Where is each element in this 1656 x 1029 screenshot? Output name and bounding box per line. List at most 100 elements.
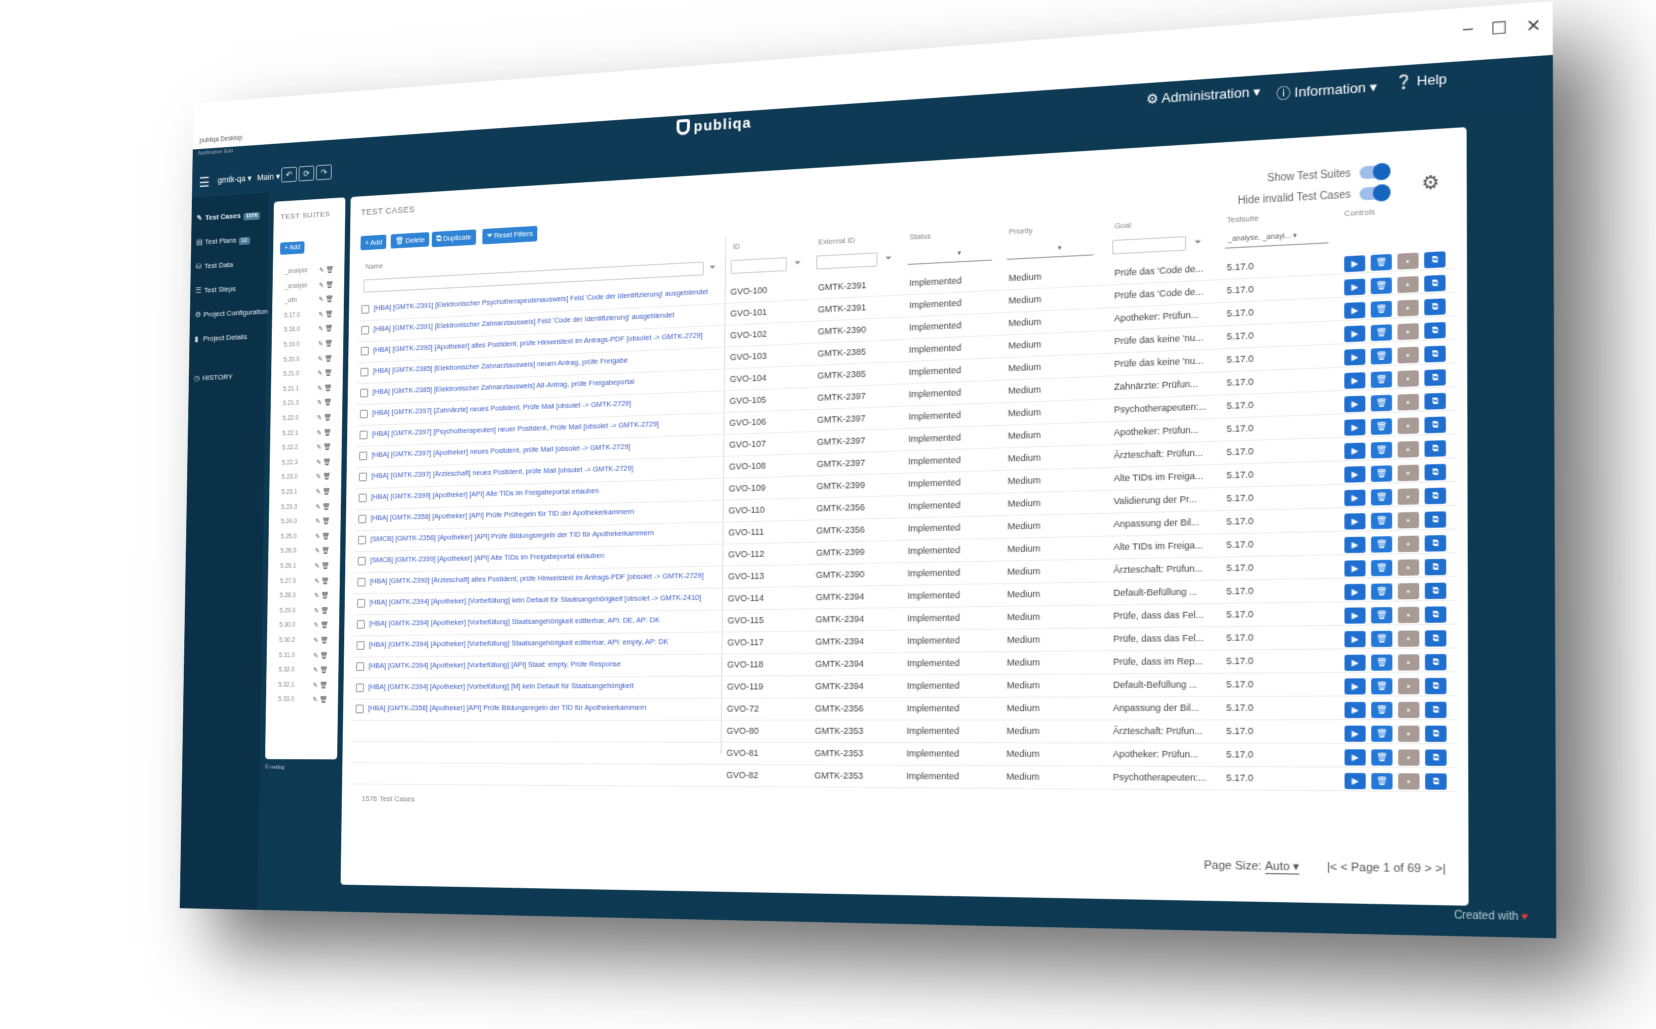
trash-icon[interactable]: 🗑: [325, 356, 333, 363]
edit-icon[interactable]: ✎: [318, 356, 323, 363]
run-play-icon[interactable]: ▶: [1344, 536, 1366, 554]
edit-icon[interactable]: ✎: [315, 519, 320, 526]
run-play-icon[interactable]: ▶: [1344, 631, 1366, 648]
row-checkbox[interactable]: [360, 367, 369, 377]
copy-icon[interactable]: ⧉: [1424, 274, 1446, 292]
suite-item[interactable]: 5.29.0 ✎ 🗑: [279, 607, 334, 621]
delete-icon[interactable]: 🗑: [1370, 512, 1393, 530]
copy-icon[interactable]: ⧉: [1424, 298, 1446, 316]
disabled-action-icon[interactable]: ▪: [1398, 749, 1420, 766]
col-header-name[interactable]: Name: [365, 261, 383, 271]
suite-item[interactable]: 5.27.0 ✎ 🗑: [280, 577, 335, 591]
trash-icon[interactable]: 🗑: [324, 385, 332, 392]
suite-item[interactable]: 5.28.0 ✎ 🗑: [280, 592, 335, 606]
row-checkbox[interactable]: [358, 472, 368, 482]
delete-icon[interactable]: 🗑: [1371, 701, 1393, 719]
run-play-icon[interactable]: ▶: [1344, 419, 1366, 436]
delete-icon[interactable]: 🗑: [1371, 583, 1393, 600]
run-play-icon[interactable]: ▶: [1344, 583, 1366, 601]
trash-icon[interactable]: 🗑: [319, 697, 327, 704]
delete-icon[interactable]: 🗑: [1371, 773, 1393, 790]
row-checkbox[interactable]: [359, 409, 368, 419]
copy-icon[interactable]: ⧉: [1424, 463, 1447, 481]
delete-icon[interactable]: 🗑: [1370, 347, 1392, 365]
suite-item[interactable]: 5.22.3 ✎ 🗑: [282, 458, 336, 473]
trash-icon[interactable]: 🗑: [322, 563, 330, 570]
disabled-action-icon[interactable]: ▪: [1397, 417, 1419, 435]
edit-icon[interactable]: ✎: [316, 474, 321, 481]
trash-icon[interactable]: 🗑: [326, 282, 334, 289]
edit-icon[interactable]: ✎: [317, 400, 322, 407]
trash-icon[interactable]: 🗑: [325, 341, 333, 348]
run-play-icon[interactable]: ▶: [1344, 701, 1366, 719]
trash-icon[interactable]: 🗑: [320, 638, 328, 645]
page-size-select[interactable]: Auto ▾: [1264, 859, 1300, 875]
copy-icon[interactable]: ⧉: [1425, 749, 1447, 766]
run-play-icon[interactable]: ▶: [1344, 255, 1366, 273]
delete-icon[interactable]: 🗑: [1370, 394, 1393, 412]
copy-icon[interactable]: ⧉: [1424, 582, 1447, 600]
copy-icon[interactable]: ⧉: [1424, 345, 1446, 363]
edit-icon[interactable]: ✎: [318, 326, 323, 333]
col-header-goal[interactable]: Goal: [1114, 220, 1131, 230]
edit-icon[interactable]: ✎: [316, 445, 321, 452]
edit-icon[interactable]: ✎: [314, 593, 319, 600]
suite-item[interactable]: 5.20.0 ✎ 🗑: [283, 354, 337, 370]
row-checkbox[interactable]: [355, 704, 364, 714]
branch-select[interactable]: Main ▾: [257, 171, 280, 183]
table-row[interactable]: GVO-80 GMTK-2353 Implemented Medium Ärztesch…: [351, 720, 1457, 745]
disabled-action-icon[interactable]: ▪: [1397, 393, 1419, 411]
app-menu-bar[interactable]: Application Edit: [198, 149, 233, 157]
copy-icon[interactable]: ⧉: [1424, 511, 1447, 528]
trash-icon[interactable]: 🗑: [323, 459, 331, 466]
delete-icon[interactable]: 🗑: [1371, 559, 1393, 577]
row-checkbox[interactable]: [358, 493, 367, 503]
suite-item[interactable]: 5.22.1 ✎ 🗑: [282, 428, 336, 443]
copy-icon[interactable]: ⧉: [1424, 677, 1447, 695]
trash-icon[interactable]: 🗑: [321, 623, 329, 630]
trash-icon[interactable]: 🗑: [324, 415, 332, 422]
test-case-name-link[interactable]: [HBA] [GMTK-2390] [Ärzteschaft] altes Po…: [370, 571, 722, 586]
disabled-action-icon[interactable]: ▪: [1397, 346, 1419, 364]
run-play-icon[interactable]: ▶: [1344, 372, 1366, 389]
administration-menu[interactable]: ⚙ Administration ▾: [1146, 84, 1260, 108]
edit-icon[interactable]: ✎: [314, 623, 319, 630]
nav-item-6[interactable]: ◷ HISTORY: [194, 372, 233, 389]
delete-button[interactable]: 🗑 Delete: [390, 232, 430, 249]
edit-icon[interactable]: ✎: [318, 341, 323, 348]
edit-icon[interactable]: ✎: [316, 504, 321, 511]
row-checkbox[interactable]: [356, 620, 365, 629]
duplicate-button[interactable]: ⧉ Duplicate: [431, 229, 476, 248]
col-header-testsuite[interactable]: Testsuite: [1227, 213, 1259, 224]
minimize-button[interactable]: –: [1463, 20, 1473, 40]
suite-item[interactable]: 5.26.0 ✎ 🗑: [280, 547, 335, 561]
delete-icon[interactable]: 🗑: [1370, 277, 1392, 295]
delete-icon[interactable]: 🗑: [1371, 607, 1393, 624]
copy-icon[interactable]: ⧉: [1424, 440, 1446, 457]
copy-icon[interactable]: ⧉: [1424, 558, 1447, 576]
trash-icon[interactable]: 🗑: [320, 653, 328, 660]
delete-icon[interactable]: 🗑: [1371, 678, 1393, 695]
information-menu[interactable]: ⓘ Information ▾: [1276, 76, 1376, 103]
external-id-filter-icon[interactable]: ⏷: [885, 254, 891, 264]
disabled-action-icon[interactable]: ▪: [1397, 488, 1420, 505]
external-id-filter-input[interactable]: [816, 252, 878, 270]
refresh-icon[interactable]: ⟳: [298, 165, 315, 182]
test-case-name-link[interactable]: [HBA] [GMTK-2394] [Apotheker] [Vorbefüll…: [370, 593, 722, 607]
delete-icon[interactable]: 🗑: [1370, 371, 1392, 389]
copy-icon[interactable]: ⧉: [1424, 606, 1447, 623]
suite-item[interactable]: 5.25.0 ✎ 🗑: [281, 532, 336, 547]
nav-item-5[interactable]: ▮ Project Details: [194, 332, 248, 349]
add-test-case-button[interactable]: + Add: [360, 234, 387, 251]
edit-icon[interactable]: ✎: [314, 578, 319, 585]
disabled-action-icon[interactable]: ▪: [1397, 464, 1419, 482]
row-checkbox[interactable]: [360, 346, 369, 356]
delete-icon[interactable]: 🗑: [1370, 465, 1393, 482]
row-checkbox[interactable]: [357, 535, 367, 545]
run-play-icon[interactable]: ▶: [1344, 749, 1366, 766]
row-checkbox[interactable]: [356, 662, 365, 671]
testsuite-filter-select[interactable]: _analyse, _anayl... ▾: [1224, 228, 1329, 249]
disabled-action-icon[interactable]: ▪: [1397, 370, 1419, 388]
run-play-icon[interactable]: ▶: [1344, 325, 1366, 343]
edit-icon[interactable]: ✎: [319, 282, 324, 289]
